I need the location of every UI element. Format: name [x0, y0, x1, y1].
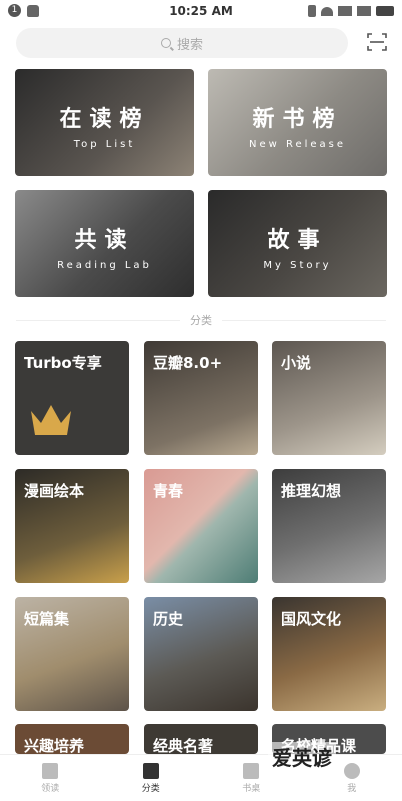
signal-icon-2 — [357, 6, 371, 16]
crown-icon — [29, 401, 73, 441]
category-label: 豆瓣8.0+ — [153, 352, 222, 373]
featured-subtitle: New Release — [208, 139, 387, 150]
vibrate-icon — [308, 5, 316, 17]
featured-my-story[interactable]: 故事 My Story — [208, 190, 387, 297]
featured-title: 故事 — [208, 222, 387, 254]
nav-label: 分类 — [101, 781, 202, 794]
featured-title: 在读榜 — [15, 101, 194, 133]
search-icon — [161, 38, 171, 48]
nav-label: 书桌 — [201, 781, 302, 794]
nav-label: 领读 — [0, 781, 101, 794]
category-history[interactable]: 历史 — [144, 597, 258, 711]
featured-new-release[interactable]: 新书榜 New Release — [208, 69, 387, 176]
profile-icon — [344, 763, 360, 779]
category-mystery-fantasy[interactable]: 推理幻想 — [272, 469, 386, 583]
watermark: 爱英谚 — [268, 742, 336, 771]
category-label: 青春 — [153, 480, 183, 501]
category-youth[interactable]: 青春 — [144, 469, 258, 583]
scan-icon[interactable] — [366, 31, 388, 53]
category-label: 短篇集 — [24, 608, 69, 629]
category-label: 推理幻想 — [281, 480, 341, 501]
category-fiction[interactable]: 小说 — [272, 341, 386, 455]
featured-reading-lab[interactable]: 共读 Reading Lab — [15, 190, 194, 297]
category-label: 经典名著 — [153, 735, 213, 754]
category-short-stories[interactable]: 短篇集 — [15, 597, 129, 711]
featured-subtitle: My Story — [208, 260, 387, 271]
category-label: 历史 — [153, 608, 183, 629]
category-label: 兴趣培养 — [24, 735, 84, 754]
category-hobbies[interactable]: 兴趣培养 — [15, 724, 129, 754]
book-icon — [42, 763, 58, 779]
bottom-nav: 领读 分类 书桌 我 — [0, 754, 402, 801]
battery-icon — [376, 6, 394, 16]
category-douban[interactable]: 豆瓣8.0+ — [144, 341, 258, 455]
featured-top-list[interactable]: 在读榜 Top List — [15, 69, 194, 176]
category-label: 国风文化 — [281, 608, 341, 629]
nav-label: 我 — [302, 781, 402, 794]
category-label: 漫画绘本 — [24, 480, 84, 501]
wifi-icon — [321, 7, 333, 16]
category-chinese-culture[interactable]: 国风文化 — [272, 597, 386, 711]
category-label: 小说 — [281, 352, 311, 373]
category-comics[interactable]: 漫画绘本 — [15, 469, 129, 583]
grid-icon — [143, 763, 159, 779]
featured-title: 新书榜 — [208, 101, 387, 133]
category-turbo[interactable]: Turbo专享 — [15, 341, 129, 455]
section-label: 分类 — [0, 312, 402, 328]
bookshelf-icon — [243, 763, 259, 779]
featured-title: 共读 — [15, 222, 194, 254]
nav-item-categories[interactable]: 分类 — [101, 755, 202, 801]
nav-item-lead-reading[interactable]: 领读 — [0, 755, 101, 801]
status-bar: 1 10:25 AM — [0, 0, 402, 24]
search-input[interactable]: 搜索 — [16, 28, 348, 58]
featured-subtitle: Reading Lab — [15, 260, 194, 271]
category-label: Turbo专享 — [24, 352, 102, 373]
search-placeholder: 搜索 — [177, 34, 203, 53]
signal-icon — [338, 6, 352, 16]
category-classics[interactable]: 经典名著 — [144, 724, 258, 754]
featured-subtitle: Top List — [15, 139, 194, 150]
